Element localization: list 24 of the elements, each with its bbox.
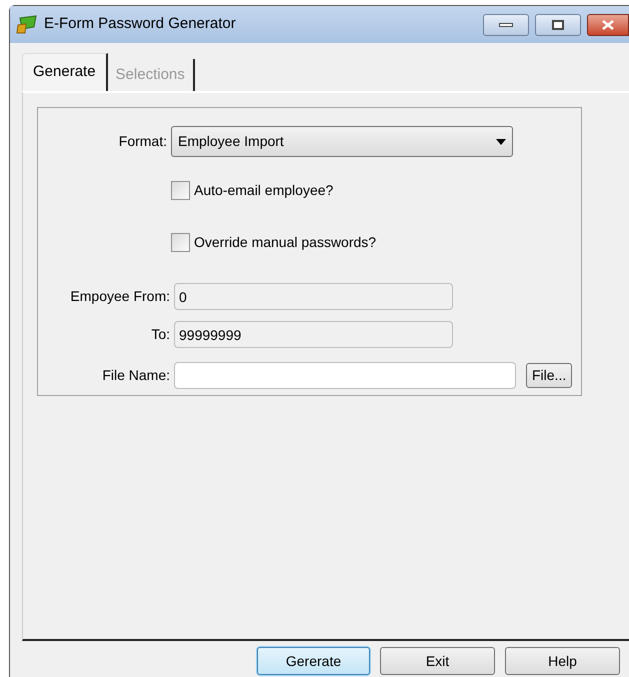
checkbox-label: Auto-email employee? [194, 181, 334, 200]
input-field[interactable] [174, 362, 516, 389]
checkbox-label: Override manual passwords? [194, 233, 376, 252]
format-label: Format: [118, 132, 168, 151]
dialog-button[interactable]: Help [505, 647, 620, 675]
dialog-button[interactable]: Exit [380, 647, 495, 675]
field-label: Empoyee From: [69, 287, 171, 306]
field-label: File Name: [101, 366, 171, 385]
close-icon [602, 20, 614, 30]
app-icon [16, 14, 38, 34]
checkbox[interactable] [171, 181, 190, 200]
file-button[interactable]: File... [526, 363, 572, 388]
format-dropdown[interactable]: Employee Import [171, 126, 513, 157]
window-title: E-Form Password Generator [44, 14, 237, 34]
maximize-button[interactable] [535, 14, 581, 36]
dialog-button[interactable]: Gererate [257, 647, 370, 675]
field-label: To: [150, 325, 171, 344]
tab[interactable]: Generate [22, 53, 108, 91]
close-button[interactable] [587, 14, 629, 36]
checkbox[interactable] [171, 233, 190, 252]
input-field[interactable]: 0 [174, 283, 453, 310]
caret-icon [496, 138, 506, 144]
minimize-button[interactable] [483, 14, 529, 36]
input-field[interactable]: 99999999 [174, 321, 453, 348]
